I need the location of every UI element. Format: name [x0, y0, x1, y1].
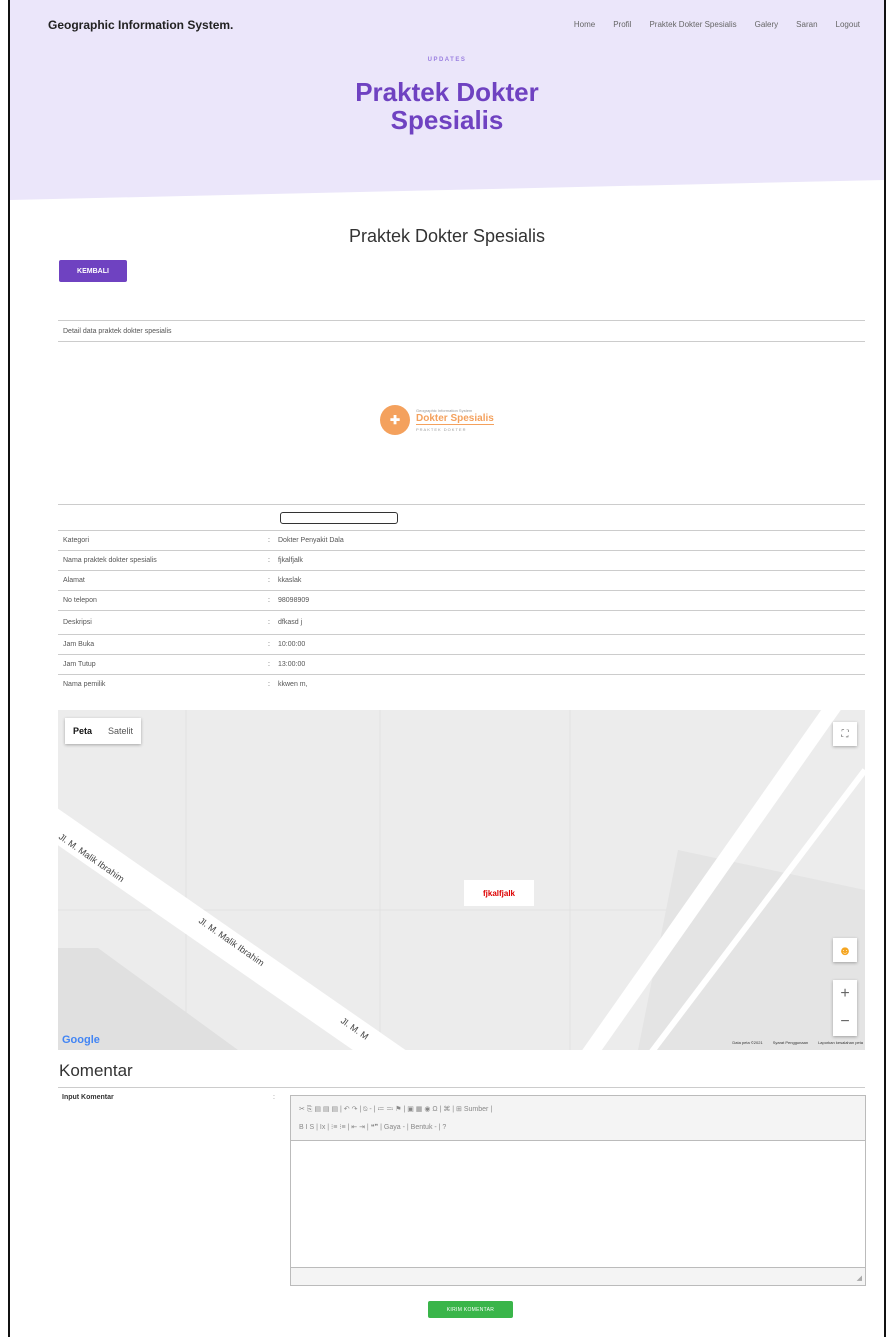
comment-editor: ✂ ⎘ ▤ ▤ ▤ | ↶ ↷ | ⍉ - | ≔ ≕ ⚑ | ▣ ▦ ◉ Ω …: [290, 1095, 866, 1286]
map-marker-label[interactable]: fjkalfjalk: [464, 880, 534, 906]
detail-row: Alamat : kkaslak: [58, 570, 865, 590]
map-canvas: Jl. M. Malik Ibrahim Jl. M. Malik Ibrahi…: [58, 710, 865, 1050]
detail-sep: :: [268, 537, 270, 544]
medical-kit-icon: ✚: [380, 405, 410, 435]
map-tab-satelit[interactable]: Satelit: [100, 718, 141, 744]
hero-title: Praktek Dokter Spesialis: [10, 78, 884, 134]
detail-value: 98098909: [278, 597, 310, 604]
detail-label: Alamat: [63, 577, 85, 584]
komentar-title: Komentar: [59, 1061, 133, 1080]
map-type-tabs: Peta Satelit: [65, 718, 142, 744]
detail-sep: :: [268, 597, 270, 604]
map-footer: Data peta ©2021 Syarat Penggunaan Lapork…: [732, 1040, 863, 1045]
map-view[interactable]: Jl. M. Malik Ibrahim Jl. M. Malik Ibrahi…: [58, 710, 865, 1050]
logo-text: Geographic Information System Dokter Spe…: [416, 408, 494, 432]
input-komentar-label: Input Komentar: [62, 1094, 114, 1101]
nav-praktek[interactable]: Praktek Dokter Spesialis: [649, 20, 736, 29]
zoom-control: + −: [833, 980, 857, 1036]
detail-sep: :: [268, 577, 270, 584]
detail-value: kkwen m,: [278, 681, 308, 688]
logo: ✚ Geographic Information System Dokter S…: [380, 400, 550, 440]
detail-value: 13:00:00: [278, 661, 306, 668]
submit-comment-button[interactable]: KIRIM KOMENTAR: [428, 1301, 513, 1318]
map-terms-link[interactable]: Syarat Penggunaan: [773, 1040, 808, 1045]
hero-title-text: Praktek Dokter Spesialis: [355, 77, 539, 135]
detail-caption: Detail data praktek dokter spesialis: [58, 320, 865, 342]
fullscreen-icon[interactable]: ⛶: [833, 722, 857, 746]
komentar-divider: [58, 1087, 865, 1088]
detail-row: Nama pemilik : kkwen m,: [58, 674, 865, 694]
nav-galery[interactable]: Galery: [755, 20, 779, 29]
detail-sep: :: [268, 681, 270, 688]
main-nav: Home Profil Praktek Dokter Spesialis Gal…: [574, 20, 860, 29]
toolbar-row-2[interactable]: B I S | Ix | ⁝≡ ⁝≡ | ⇤ ⇥ | ❝❞ | Gaya - |…: [299, 1118, 857, 1136]
marker-text: fjkalfjalk: [482, 888, 515, 898]
detail-row: Jam Buka : 10:00:00: [58, 634, 865, 654]
pegman-icon[interactable]: ☻: [833, 938, 857, 962]
detail-label: Deskripsi: [63, 619, 92, 626]
detail-row: Jam Tutup : 13:00:00: [58, 654, 865, 674]
detail-value-blank: [268, 511, 865, 524]
detail-value: 10:00:00: [278, 641, 306, 648]
map-data-link[interactable]: Data peta ©2021: [732, 1040, 762, 1045]
detail-row: Kategori : Dokter Penyakit Dala: [58, 530, 865, 550]
detail-label: Nama pemilik: [63, 681, 106, 688]
detail-label: Jam Buka: [63, 641, 95, 648]
updates-label: UPDATES: [427, 57, 467, 63]
detail-label: Jam Tutup: [63, 661, 96, 668]
detail-value: kkaslak: [278, 577, 302, 584]
detail-row: Nama praktek dokter spesialis : fjkalfja…: [58, 550, 865, 570]
map-tab-peta[interactable]: Peta: [65, 718, 100, 744]
page-title: Praktek Dokter Spesialis: [348, 226, 546, 246]
toolbar-row-1[interactable]: ✂ ⎘ ▤ ▤ ▤ | ↶ ↷ | ⍉ - | ≔ ≕ ⚑ | ▣ ▦ ◉ Ω …: [299, 1100, 857, 1118]
nav-home[interactable]: Home: [574, 20, 595, 29]
zoom-out-icon[interactable]: −: [833, 1008, 857, 1036]
logo-big: Dokter Spesialis: [416, 413, 494, 425]
detail-label: Nama praktek dokter spesialis: [63, 557, 157, 564]
detail-sep: :: [268, 661, 270, 668]
detail-row: No telepon : 98098909: [58, 590, 865, 610]
detail-table: Kategori : Dokter Penyakit Dala Nama pra…: [58, 504, 865, 694]
detail-value: dfkasd j: [278, 619, 303, 626]
detail-value: Dokter Penyakit Dala: [278, 537, 344, 544]
nav-profil[interactable]: Profil: [613, 20, 631, 29]
nav-saran[interactable]: Saran: [796, 20, 817, 29]
zoom-in-icon[interactable]: +: [833, 980, 857, 1008]
detail-sep: :: [268, 619, 270, 626]
input-komentar-sep: :: [273, 1094, 275, 1101]
resize-handle-icon[interactable]: ◢: [857, 1274, 862, 1282]
detail-label: No telepon: [63, 597, 97, 604]
detail-sep: :: [268, 557, 270, 564]
blank-box: [280, 511, 398, 524]
editor-toolbar[interactable]: ✂ ⎘ ▤ ▤ ▤ | ↶ ↷ | ⍉ - | ≔ ≕ ⚑ | ▣ ▦ ◉ Ω …: [291, 1096, 865, 1140]
back-button[interactable]: KEMBALI: [59, 260, 127, 282]
nav-logout[interactable]: Logout: [836, 20, 860, 29]
map-report-link[interactable]: Laporkan kesalahan peta: [818, 1040, 863, 1045]
detail-row: Deskripsi : dfkasd j: [58, 610, 865, 634]
detail-value: fjkalfjalk: [278, 557, 303, 564]
detail-row-blank: [58, 504, 865, 530]
google-logo: Google: [62, 1034, 100, 1046]
detail-sep: :: [268, 641, 270, 648]
logo-sub: PRAKTEK DOKTER: [416, 427, 467, 432]
site-brand[interactable]: Geographic Information System.: [48, 18, 233, 32]
comment-textarea[interactable]: [291, 1140, 865, 1268]
page-frame: Geographic Information System. Home Prof…: [8, 0, 886, 1337]
detail-label: Kategori: [63, 537, 90, 544]
